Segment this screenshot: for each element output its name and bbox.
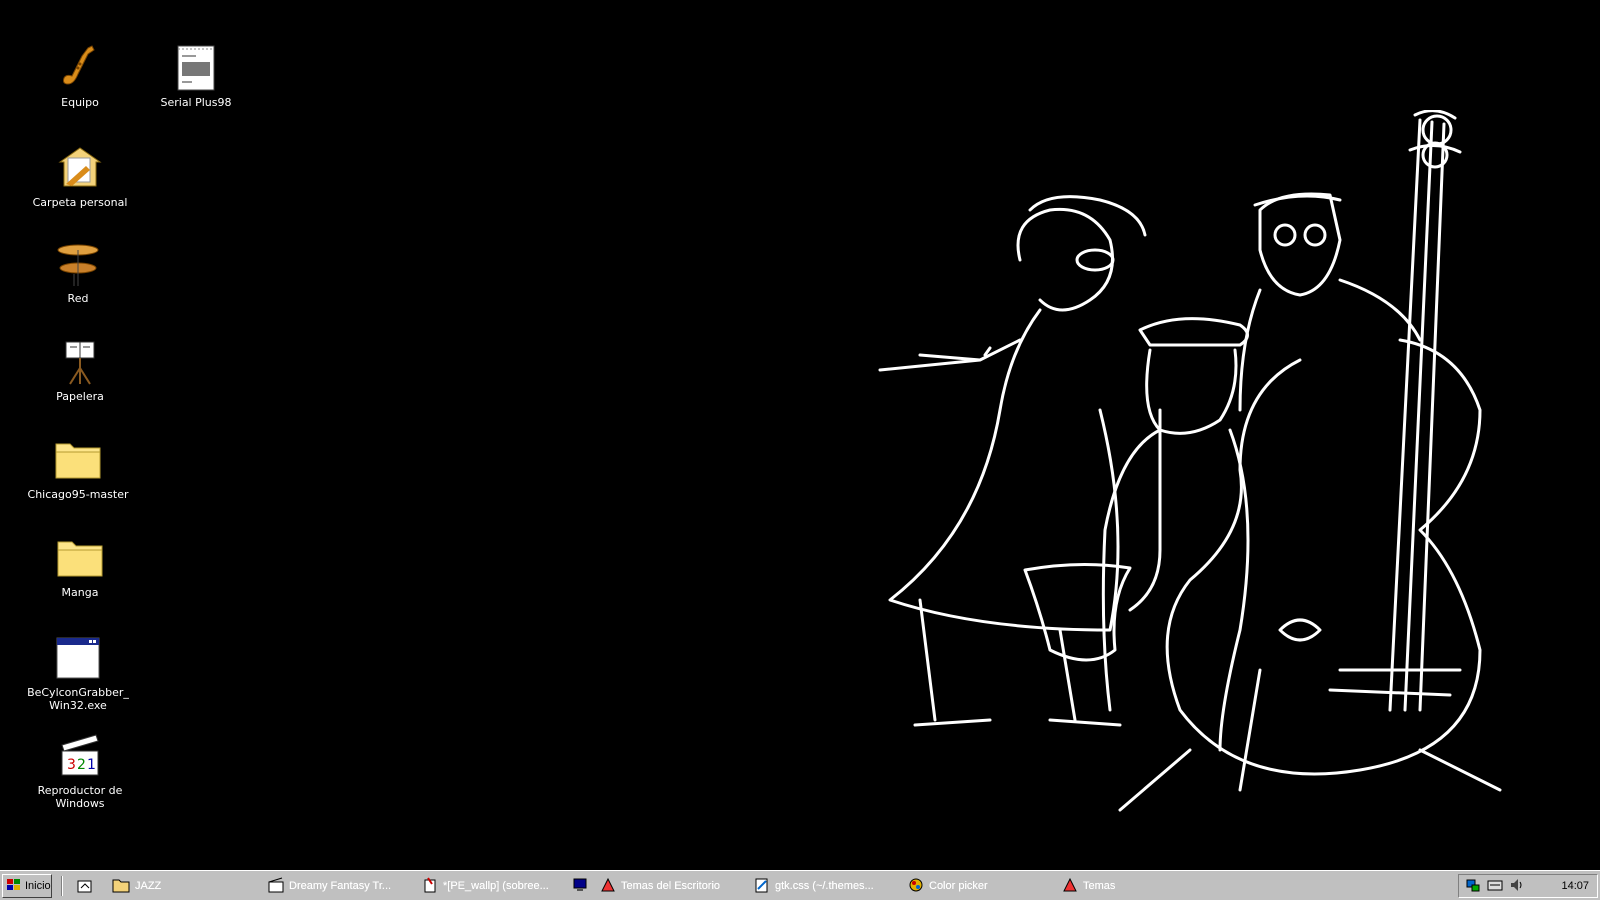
task-label: *[PE_wallp] (sobree... <box>443 880 549 892</box>
media-player-icon: 3 2 1 <box>56 732 104 780</box>
movie-icon <box>268 877 284 896</box>
volume-icon[interactable] <box>1509 877 1525 896</box>
desktop-icon-equipo[interactable]: Equipo <box>25 44 135 109</box>
task-button-jazz[interactable]: JAZZ <box>108 874 258 898</box>
themes-icon <box>600 877 616 896</box>
svg-text:1: 1 <box>87 757 96 773</box>
task-button-temas[interactable]: Temas <box>1058 874 1208 898</box>
desktop-icon-label: Equipo <box>61 96 99 109</box>
music-stand-icon <box>56 338 104 386</box>
taskbar-separator <box>61 876 63 896</box>
quicklaunch-show-desktop-icon[interactable] <box>76 877 94 895</box>
task-button-color-picker[interactable]: Color picker <box>904 874 1052 898</box>
folder-icon <box>54 436 102 484</box>
clock[interactable]: 14:07 <box>1561 880 1589 892</box>
task-label: Temas del Escritorio <box>621 880 721 892</box>
desktop-icon-label: BeCylconGrabber_ Win32.exe <box>27 686 129 712</box>
display-icon <box>572 877 588 896</box>
desktop-icon-label: Serial Plus98 <box>160 96 232 109</box>
notepad-icon <box>172 44 220 92</box>
jazz-wallpaper-illustration <box>878 110 1502 812</box>
desktop-icon-chicago95-master[interactable]: Chicago95-master <box>23 436 133 501</box>
keyboard-icon[interactable] <box>1487 877 1503 896</box>
saxophone-icon <box>56 44 104 92</box>
task-button-display[interactable] <box>568 874 592 898</box>
desktop-icon-label: Manga <box>61 586 99 599</box>
desktop-icon-serial-plus98[interactable]: Serial Plus98 <box>141 44 251 109</box>
task-label: JAZZ <box>135 880 162 892</box>
task-button-dreamy-fantasy[interactable]: Dreamy Fantasy Tr... <box>264 874 414 898</box>
desktop-icon-reproductor-de-windows[interactable]: 3 2 1 Reproductor de Windows <box>25 732 135 810</box>
task-label: Color picker <box>929 880 988 892</box>
svg-text:2: 2 <box>77 757 86 773</box>
desktop-icon-manga[interactable]: Manga <box>25 534 135 599</box>
task-label: gtk.css (~/.themes... <box>775 880 874 892</box>
color-picker-icon <box>908 877 924 896</box>
folder-icon <box>112 877 130 896</box>
taskbar: Inicio JAZZ Dreamy Fantasy Tr... *[PE_wa… <box>0 870 1600 900</box>
start-button[interactable]: Inicio <box>2 874 52 898</box>
svg-text:3: 3 <box>67 757 76 773</box>
application-window-icon <box>54 634 102 682</box>
themes-icon <box>1062 877 1078 896</box>
task-label: Dreamy Fantasy Tr... <box>289 880 392 892</box>
desktop-icon-becylcongrabber[interactable]: BeCylconGrabber_ Win32.exe <box>23 634 133 712</box>
desktop-icon-label: Chicago95-master <box>27 488 129 501</box>
desktop-icon-label: Reproductor de Windows <box>37 784 123 810</box>
desktop-icon-label: Papelera <box>56 390 104 403</box>
start-label: Inicio <box>25 880 51 892</box>
task-label: Temas <box>1083 880 1116 892</box>
home-folder-icon <box>56 144 104 192</box>
system-tray: 14:07 <box>1458 874 1598 898</box>
text-editor-icon <box>754 877 770 896</box>
paint-icon <box>422 876 438 896</box>
task-button-temas-del-escritorio[interactable]: Temas del Escritorio <box>596 874 746 898</box>
start-logo-icon <box>6 877 22 896</box>
desktop-icon-papelera[interactable]: Papelera <box>25 338 135 403</box>
desktop: Equipo Serial Plus98 Carpeta personal Re… <box>0 0 1600 870</box>
desktop-icon-label: Red <box>67 292 89 305</box>
task-button-gtk-css[interactable]: gtk.css (~/.themes... <box>750 874 898 898</box>
cymbals-icon <box>54 240 102 288</box>
desktop-icon-carpeta-personal[interactable]: Carpeta personal <box>25 144 135 209</box>
folder-icon <box>56 534 104 582</box>
desktop-icon-red[interactable]: Red <box>23 240 133 305</box>
network-icon[interactable] <box>1465 877 1481 896</box>
desktop-icon-label: Carpeta personal <box>32 196 128 209</box>
task-button-pe-wallp[interactable]: *[PE_wallp] (sobree... <box>418 874 563 898</box>
